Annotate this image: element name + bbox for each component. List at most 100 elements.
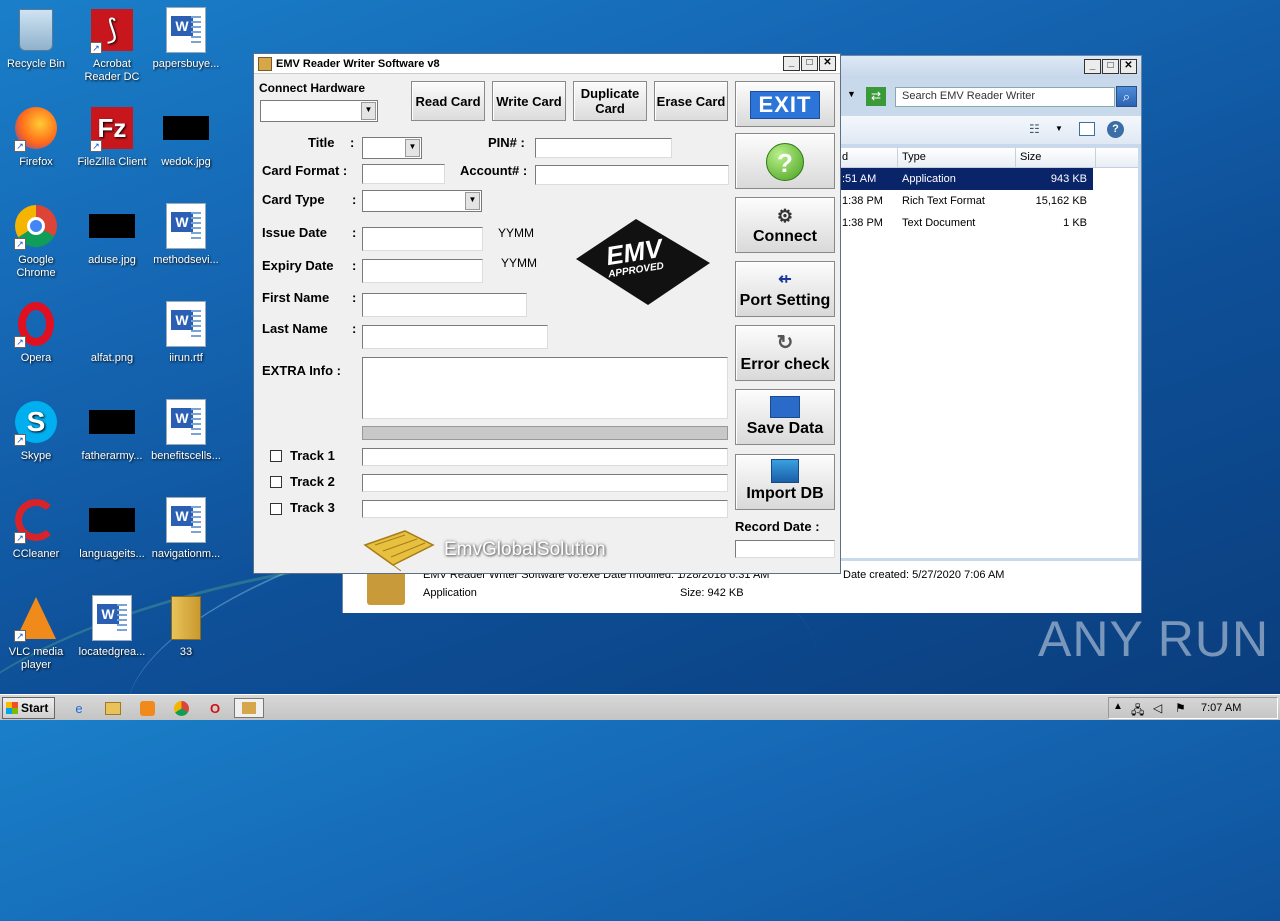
write-card-button[interactable]: Write Card bbox=[492, 81, 566, 121]
desktop-icon-firefox[interactable]: ↗ Firefox bbox=[0, 104, 74, 169]
connect-button[interactable]: ⚙ Connect bbox=[735, 197, 835, 253]
desktop-icon-methodsevi-doc[interactable]: Wmethodsevi... bbox=[148, 202, 224, 267]
track3-checkbox[interactable] bbox=[270, 503, 282, 515]
chevron-down-icon[interactable]: ▼ bbox=[1055, 124, 1063, 133]
internet-explorer-icon[interactable]: e bbox=[68, 698, 90, 718]
chevron-up-icon[interactable]: ▲ bbox=[1113, 701, 1123, 712]
media-player-icon[interactable] bbox=[136, 698, 158, 718]
network-icon[interactable]: 🖧 bbox=[1131, 701, 1144, 722]
pin-input[interactable] bbox=[535, 138, 672, 158]
track1-input[interactable] bbox=[362, 448, 728, 466]
desktop-icon-wedok-image[interactable]: wedok.jpg bbox=[148, 104, 224, 169]
desktop-icon-folder-33[interactable]: 33 bbox=[148, 594, 224, 659]
read-card-button[interactable]: Read Card bbox=[411, 81, 485, 121]
desktop-icon-label: aduse.jpg bbox=[88, 254, 136, 266]
maximize-icon[interactable]: □ bbox=[801, 56, 818, 71]
desktop-icon-label: Skype bbox=[20, 450, 52, 462]
word-doc-icon: W bbox=[162, 300, 210, 348]
extra-info-textarea[interactable] bbox=[362, 357, 728, 419]
last-name-input[interactable] bbox=[362, 325, 548, 349]
opera-icon[interactable]: O bbox=[204, 698, 226, 718]
row-date: 1:38 PM bbox=[842, 195, 883, 207]
table-row[interactable]: 1:38 PM Text Document 1 KB bbox=[838, 212, 1138, 234]
track1-checkbox[interactable] bbox=[270, 450, 282, 462]
title-label: Title bbox=[308, 135, 335, 150]
save-data-button[interactable]: Save Data bbox=[735, 389, 835, 445]
filezilla-icon: Fz ↗ bbox=[88, 104, 136, 152]
desktop-icon-vlc-player[interactable]: ↗ VLC media player bbox=[0, 594, 74, 672]
colon: : bbox=[352, 290, 357, 305]
close-icon[interactable]: ✕ bbox=[1120, 59, 1137, 74]
track2-checkbox[interactable] bbox=[270, 476, 282, 488]
port-setting-button[interactable]: ⇷ Port Setting bbox=[735, 261, 835, 317]
title-select[interactable]: ▼ bbox=[362, 137, 422, 159]
track2-input[interactable] bbox=[362, 474, 728, 492]
record-date-label: Record Date : bbox=[735, 519, 820, 534]
desktop-icon-navigationm-doc[interactable]: Wnavigationm... bbox=[148, 496, 224, 561]
card-format-input[interactable] bbox=[362, 164, 445, 184]
system-tray: ▲ 🖧 ◁ ⚑ 7:07 AM bbox=[1108, 697, 1278, 719]
hardware-select[interactable]: ▼ bbox=[260, 100, 378, 122]
track3-input[interactable] bbox=[362, 500, 728, 518]
search-icon[interactable]: ⌕ bbox=[1116, 86, 1137, 107]
preview-pane-icon[interactable] bbox=[1079, 122, 1095, 136]
desktop-icon-benefitscells-doc[interactable]: Wbenefitscells... bbox=[148, 398, 224, 463]
desktop-icon-label: alfat.png bbox=[90, 352, 134, 364]
table-row[interactable]: 1:38 PM Rich Text Format 15,162 KB bbox=[838, 190, 1138, 212]
column-date[interactable]: d bbox=[838, 148, 898, 167]
desktop-icon-ccleaner[interactable]: ↗ CCleaner bbox=[0, 496, 74, 561]
desktop-icon-label: locatedgrea... bbox=[78, 646, 146, 658]
clock[interactable]: 7:07 AM bbox=[1201, 702, 1241, 714]
record-date-input[interactable] bbox=[735, 540, 835, 558]
desktop-icon-filezilla[interactable]: Fz ↗ FileZilla Client bbox=[74, 104, 150, 169]
help-icon[interactable]: ? bbox=[1107, 121, 1124, 138]
erase-card-button[interactable]: Erase Card bbox=[654, 81, 728, 121]
desktop-icon-alfat-image[interactable]: alfat.png bbox=[74, 300, 150, 365]
first-name-input[interactable] bbox=[362, 293, 527, 317]
desktop-icon-acrobat-reader[interactable]: ⟆ ↗ Acrobat Reader DC bbox=[74, 6, 150, 84]
import-db-button[interactable]: Import DB bbox=[735, 454, 835, 510]
view-options-icon[interactable]: ☷ bbox=[1029, 122, 1040, 136]
desktop-icon-google-chrome[interactable]: ↗ Google Chrome bbox=[0, 202, 74, 280]
card-type-select[interactable]: ▼ bbox=[362, 190, 482, 212]
desktop-icon-skype[interactable]: S ↗ Skype bbox=[0, 398, 74, 463]
desktop-icon-recycle-bin[interactable]: Recycle Bin bbox=[0, 6, 74, 71]
file-explorer-icon[interactable] bbox=[102, 698, 124, 718]
close-icon[interactable]: ✕ bbox=[819, 56, 836, 71]
chrome-icon[interactable] bbox=[170, 698, 192, 718]
help-button[interactable]: ? bbox=[735, 133, 835, 189]
desktop-icon-locatedgrea-doc[interactable]: Wlocatedgrea... bbox=[74, 594, 150, 659]
emv-titlebar[interactable]: EMV Reader Writer Software v8 _ □ ✕ bbox=[254, 54, 840, 74]
skype-icon: S ↗ bbox=[12, 398, 60, 446]
desktop-icon-opera[interactable]: ↗ Opera bbox=[0, 300, 74, 365]
emv-taskbar-button[interactable] bbox=[234, 698, 264, 718]
desktop-icon-papersbuye-doc[interactable]: Wpapersbuye... bbox=[148, 6, 224, 71]
flag-icon[interactable]: ⚑ bbox=[1175, 701, 1186, 715]
search-input[interactable]: Search EMV Reader Writer bbox=[895, 87, 1115, 107]
chevron-down-icon[interactable]: ▼ bbox=[847, 89, 856, 99]
account-input[interactable] bbox=[535, 165, 729, 185]
image-file-icon bbox=[162, 104, 210, 152]
issue-date-input[interactable] bbox=[362, 227, 483, 251]
minimize-icon[interactable]: _ bbox=[1084, 59, 1101, 74]
refresh-icon[interactable]: ⇄ bbox=[866, 87, 886, 106]
desktop-icon-iirun-doc[interactable]: Wiirun.rtf bbox=[148, 300, 224, 365]
column-type[interactable]: Type bbox=[898, 148, 1016, 167]
exit-button[interactable]: EXIT bbox=[735, 81, 835, 127]
error-check-button[interactable]: ↻ Error check bbox=[735, 325, 835, 381]
table-row[interactable]: :51 AM Application 943 KB bbox=[838, 168, 1093, 190]
desktop-icon-label: papersbuye... bbox=[152, 58, 220, 70]
desktop-icon-aduse-image[interactable]: aduse.jpg bbox=[74, 202, 150, 267]
minimize-icon[interactable]: _ bbox=[783, 56, 800, 71]
column-size[interactable]: Size bbox=[1016, 148, 1096, 167]
volume-icon[interactable]: ◁ bbox=[1153, 701, 1162, 715]
word-doc-icon: W bbox=[162, 496, 210, 544]
taskbar: Start e O ▲ 🖧 ◁ ⚑ 7:07 AM bbox=[0, 694, 1280, 720]
desktop-icon-label: iirun.rtf bbox=[169, 352, 203, 364]
expiry-date-input[interactable] bbox=[362, 259, 483, 283]
desktop-icon-languageits-image[interactable]: languageits... bbox=[74, 496, 150, 561]
duplicate-card-button[interactable]: Duplicate Card bbox=[573, 81, 647, 121]
start-button[interactable]: Start bbox=[2, 697, 55, 719]
maximize-icon[interactable]: □ bbox=[1102, 59, 1119, 74]
desktop-icon-fatherarmy-image[interactable]: fatherarmy... bbox=[74, 398, 150, 463]
